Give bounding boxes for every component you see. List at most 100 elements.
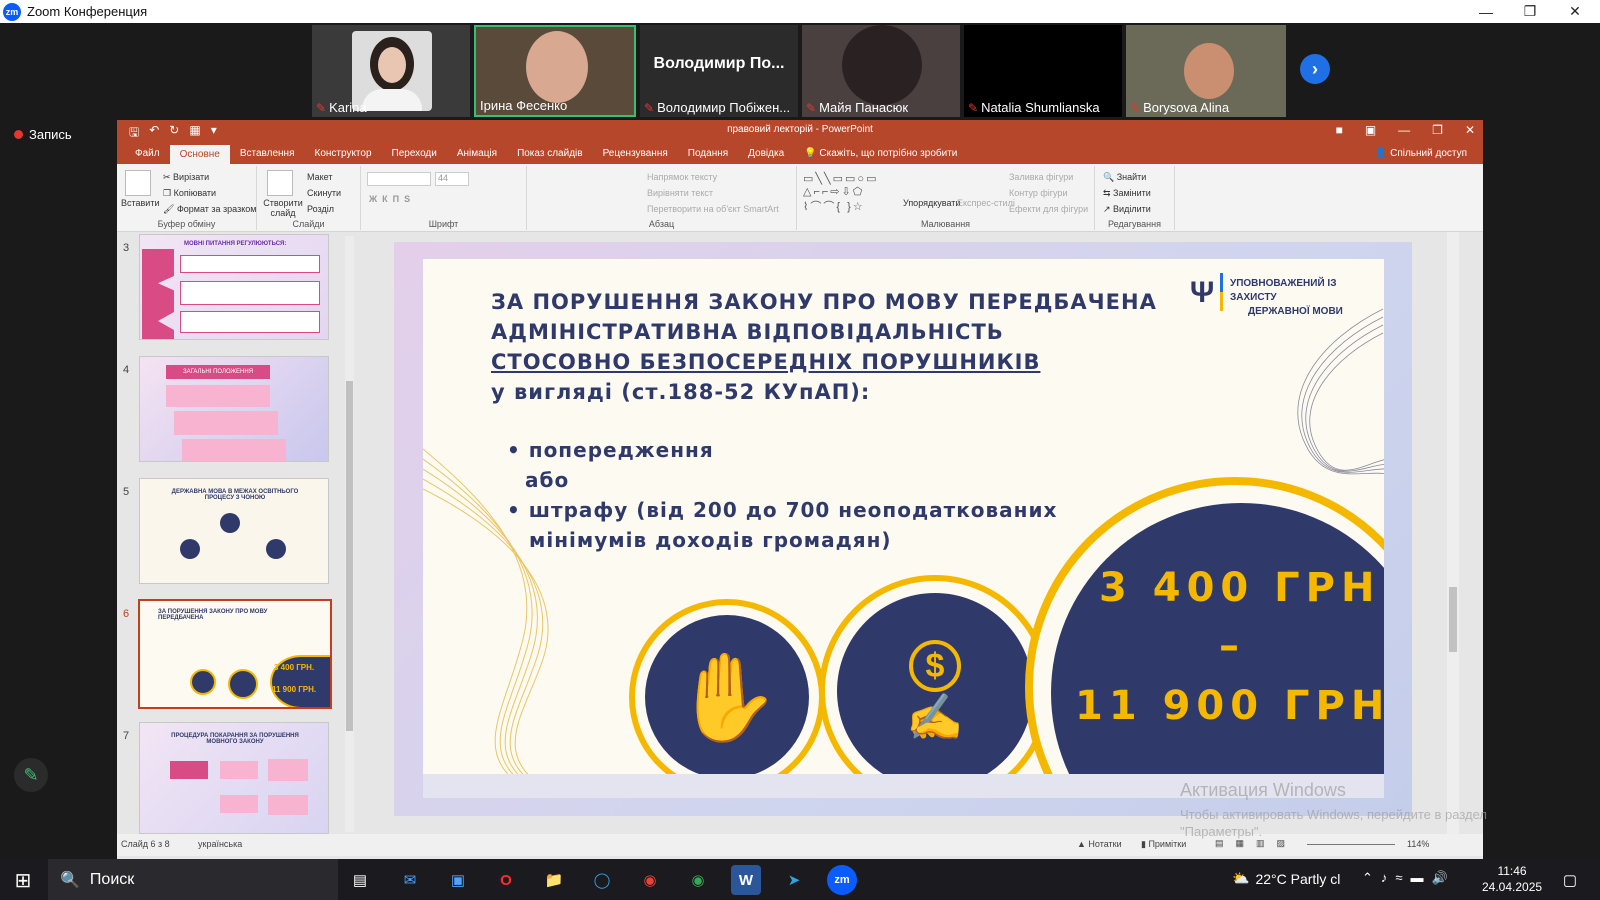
scrollbar-thumb[interactable] — [1449, 587, 1457, 652]
comments-button[interactable]: ▮ Примітки — [1141, 839, 1186, 850]
slide-thumbnail[interactable]: ЗАГАЛЬНІ ПОЛОЖЕННЯ — [139, 356, 329, 462]
account-icon[interactable]: ■ — [1336, 123, 1343, 137]
scrollbar-thumb[interactable] — [346, 381, 353, 731]
tab-view[interactable]: Подання — [678, 148, 738, 164]
chrome-profile-icon[interactable]: ◉ — [683, 865, 713, 895]
notifications-icon[interactable]: ▢ — [1555, 865, 1585, 895]
slides-group: Створити слайд Макет Скинути Розділ Слай… — [257, 166, 361, 230]
font-name-input[interactable] — [367, 172, 431, 186]
tab-animations[interactable]: Анімація — [447, 148, 507, 164]
ppt-close-icon[interactable]: ✕ — [1465, 123, 1475, 137]
drawing-label: Малювання — [920, 219, 971, 229]
tab-transitions[interactable]: Переходи — [382, 148, 447, 164]
notes-button[interactable]: ▲ Нотатки — [1077, 839, 1122, 849]
participant-tile[interactable]: ✎ Natalia Shumlianska — [964, 25, 1122, 117]
chrome-icon[interactable]: ◉ — [635, 865, 665, 895]
align-text-button[interactable]: Вирівняти текст — [647, 188, 713, 198]
slide-thumbnail[interactable]: ПРОЦЕДУРА ПОКАРАННЯ ЗА ПОРУШЕННЯ МОВНОГО… — [139, 722, 329, 834]
participant-tile-active[interactable]: Ірина Фесенко — [474, 25, 636, 117]
section-button[interactable]: Розділ — [307, 204, 334, 214]
tab-insert[interactable]: Вставлення — [230, 148, 305, 164]
tab-slideshow[interactable]: Показ слайдів — [507, 148, 593, 164]
opera-icon[interactable]: O — [491, 865, 521, 895]
ombudsman-text: УПОВНОВАЖЕНИЙ ІЗ ЗАХИСТУ ДЕРЖАВНОЇ МОВИ — [1230, 278, 1343, 317]
select-button[interactable]: ↗ Виділити — [1103, 204, 1151, 215]
clock[interactable]: 11:46 24.04.2025 — [1482, 863, 1542, 895]
share-button[interactable]: 👤 Спільний доступ — [1375, 148, 1467, 159]
shape-fill-button[interactable]: Заливка фігури — [1009, 172, 1073, 182]
taskbar-search[interactable]: 🔍 Поиск — [48, 859, 338, 900]
telegram-icon[interactable]: ➤ — [779, 865, 809, 895]
tab-home[interactable]: Основне — [169, 145, 230, 164]
windows-start-icon[interactable]: ⊞ — [8, 865, 38, 895]
language-indicator[interactable]: українська — [198, 839, 242, 849]
zoom-slider[interactable] — [1307, 844, 1395, 845]
participant-tile[interactable]: ✎ Майя Панасюк — [802, 25, 960, 117]
new-slide-button[interactable]: Створити слайд — [261, 198, 305, 218]
tab-review[interactable]: Рецензування — [593, 148, 678, 164]
arrange-button[interactable]: Упорядкувати — [903, 198, 960, 208]
paste-icon[interactable] — [125, 170, 151, 196]
fine-dash: – — [1219, 623, 1239, 669]
zoom-level[interactable]: 114% — [1407, 839, 1429, 849]
mail-icon[interactable]: ✉ — [395, 865, 425, 895]
bold-italic-underline-buttons[interactable]: Ж К П S — [369, 194, 410, 204]
task-view-icon[interactable]: ▤ — [345, 865, 375, 895]
participant-name: ✎ Karina — [316, 100, 367, 115]
text-direction-button[interactable]: Напрямок тексту — [647, 172, 717, 182]
store-icon[interactable]: ▣ — [443, 865, 473, 895]
weather-widget[interactable]: ⛅ 22°C Partly cl — [1232, 870, 1340, 887]
slides-label: Слайди — [292, 219, 325, 229]
file-explorer-icon[interactable]: 📁 — [539, 865, 569, 895]
copy-button[interactable]: ❐ Копіювати — [163, 188, 216, 199]
edge-icon[interactable]: ◯ — [587, 865, 617, 895]
close-icon[interactable]: ✕ — [1555, 0, 1595, 23]
format-painter-button[interactable]: 🖌 Формат за зразком — [163, 204, 256, 215]
slide-thumbnail[interactable]: ДЕРЖАВНА МОВА В МЕЖАХ ОСВІТНЬОГО ПРОЦЕСУ… — [139, 478, 329, 584]
ribbon-display-icon[interactable]: ▣ — [1365, 123, 1376, 137]
zoom-taskbar-icon[interactable]: zm — [827, 865, 857, 895]
shape-effects-button[interactable]: Ефекти для фігури — [1009, 204, 1088, 214]
fine-min-amount: 3 400 ГРН. — [1099, 565, 1384, 611]
participant-tile[interactable]: ✎ Karina — [312, 25, 470, 117]
current-slide[interactable]: ЗА ПОРУШЕННЯ ЗАКОНУ ПРО МОВУ ПЕРЕДБАЧЕНА… — [394, 242, 1412, 816]
word-icon[interactable]: W — [731, 865, 761, 895]
recording-indicator[interactable]: Запись — [14, 127, 72, 142]
tab-help[interactable]: Довідка — [738, 148, 794, 164]
editor-scrollbar[interactable] — [1447, 232, 1459, 834]
shape-outline-button[interactable]: Контур фігури — [1009, 188, 1067, 198]
paste-button[interactable]: Вставити — [121, 198, 160, 208]
participant-tile[interactable]: ✎ Borysova Alina — [1126, 25, 1286, 117]
replace-button[interactable]: ⇆ Замінити — [1103, 188, 1151, 199]
layout-button[interactable]: Макет — [307, 172, 332, 182]
activation-title: Активация Windows — [1180, 780, 1346, 800]
shapes-gallery[interactable]: ▭╲╲▭▭○▭ △⌐⌐⇨⇩⬠ ⌇⌒⌒{ }☆ — [803, 172, 878, 214]
slide-thumbnail-selected[interactable]: ЗА ПОРУШЕННЯ ЗАКОНУ ПРО МОВУ ПЕРЕДБАЧЕНА… — [138, 599, 332, 709]
ppt-restore-icon[interactable]: ❐ — [1432, 123, 1443, 137]
restore-icon[interactable]: ❐ — [1510, 0, 1550, 23]
system-tray-icons[interactable]: ⌃♪≈▬🔊 — [1362, 870, 1456, 886]
ppt-minimize-icon[interactable]: — — [1398, 123, 1410, 137]
tab-file[interactable]: Файл — [125, 148, 170, 164]
font-size-input[interactable]: 44 — [435, 172, 469, 186]
cut-button[interactable]: ✂ Вирізати — [163, 172, 209, 183]
thumbnails-scrollbar[interactable] — [345, 236, 354, 832]
thumb-title: МОВНІ ПИТАННЯ РЕГУЛЮЮТЬСЯ: — [184, 241, 287, 247]
reset-button[interactable]: Скинути — [307, 188, 341, 198]
find-button[interactable]: 🔍 Знайти — [1103, 172, 1146, 183]
quick-styles-button[interactable]: Експрес-стилі — [957, 198, 1015, 208]
new-slide-icon[interactable] — [267, 170, 293, 196]
view-buttons[interactable]: ▤▦▥▨ — [1215, 838, 1297, 849]
paragraph-group: Напрямок тексту Вирівняти текст Перетвор… — [527, 166, 797, 230]
participant-tile[interactable]: Володимир По... ✎ Володимир Побіжен... — [640, 25, 798, 117]
annotate-pen-icon[interactable]: ✎ — [14, 758, 48, 792]
slide-thumbnail[interactable]: МОВНІ ПИТАННЯ РЕГУЛЮЮТЬСЯ: — [139, 234, 329, 340]
heading-line: у вигляді (ст.188-52 КУпАП): — [491, 380, 871, 404]
ribbon: Вставити ✂ Вирізати ❐ Копіювати 🖌 Формат… — [117, 164, 1483, 232]
minimize-icon[interactable]: — — [1466, 0, 1506, 23]
next-participants-button[interactable]: › — [1300, 54, 1330, 84]
tell-me-search[interactable]: 💡 Скажіть, що потрібно зробити — [794, 148, 967, 164]
zoom-title-bar: zm Zoom Конференция — ❐ ✕ — [0, 0, 1600, 23]
tab-design[interactable]: Конструктор — [305, 148, 382, 164]
smartart-button[interactable]: Перетворити на об'єкт SmartArt — [647, 204, 779, 214]
